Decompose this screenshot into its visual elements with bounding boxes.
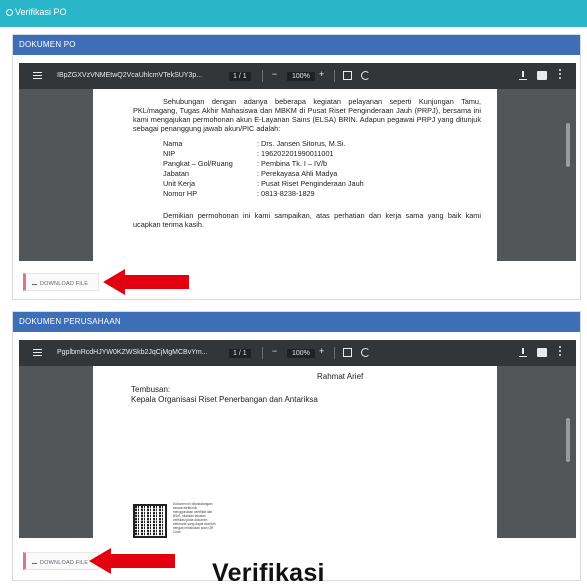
caption-text: Verifikasi (212, 559, 325, 584)
rotate-icon[interactable] (361, 71, 370, 80)
pdf-page: Rahmat Arief Tembusan: Kepala Organisasi… (93, 366, 497, 538)
print-icon[interactable] (537, 348, 547, 357)
card-dokumen-perusahaan: DOKUMEN PERUSAHAAN PgplbmRcdHJYW0KZWSkb2… (12, 311, 581, 581)
menu-icon[interactable] (33, 349, 42, 356)
cc-item: Kepala Organisasi Riset Penerbangan dan … (131, 395, 318, 404)
pdf-scrollbar[interactable] (566, 123, 570, 167)
red-arrow-indicator (103, 269, 189, 295)
cc-label: Tembusan: (131, 385, 171, 394)
card-title: DOKUMEN PERUSAHAAN (13, 312, 580, 332)
card-title: DOKUMEN PO (13, 35, 580, 55)
pdf-viewer[interactable]: PgplbmRcdHJYW0KZWSkb2JqCjMgMCBvYm... 1 /… (19, 340, 576, 538)
page-header: Verifikasi PO (0, 0, 587, 27)
divider (334, 347, 335, 359)
card-dokumen-po: DOKUMEN PO IBpZGXVzVNMEtwQ2VcaUhlcmVTekS… (12, 34, 581, 300)
pdf-toolbar: IBpZGXVzVNMEtwQ2VcaUhlcmVTekSUY3p... 1 /… (19, 63, 576, 89)
divider (262, 347, 263, 359)
zoom-level[interactable]: 100% (287, 349, 315, 358)
menu-icon[interactable] (33, 72, 42, 79)
download-icon (32, 280, 37, 285)
qr-code-icon (133, 504, 167, 538)
download-icon (32, 559, 37, 564)
page-indicator[interactable]: 1 / 1 (229, 72, 251, 81)
more-options-icon[interactable] (559, 69, 561, 81)
signatory-name: Rahmat Arief (317, 372, 364, 381)
divider (262, 70, 263, 82)
pdf-filename: PgplbmRcdHJYW0KZWSkb2JqCjMgMCBvYm... (57, 349, 208, 356)
download-icon[interactable] (519, 348, 527, 357)
print-icon[interactable] (537, 71, 547, 80)
pic-details: Nama: Drs. Jansen Sitorus, M.Si. NIP: 19… (163, 139, 364, 198)
page-title: Verifikasi PO (6, 7, 67, 17)
divider (334, 70, 335, 82)
zoom-out-button[interactable]: − (272, 346, 277, 356)
pdf-viewer[interactable]: IBpZGXVzVNMEtwQ2VcaUhlcmVTekSUY3p... 1 /… (19, 63, 576, 261)
pdf-scrollbar[interactable] (566, 418, 570, 462)
red-arrow-indicator (89, 548, 175, 574)
more-options-icon[interactable] (559, 346, 561, 358)
zoom-in-button[interactable]: + (319, 346, 324, 356)
fit-page-icon[interactable] (343, 348, 352, 357)
fit-page-icon[interactable] (343, 71, 352, 80)
doc-intro-paragraph: Sehubungan dengan adanya beberapa kegiat… (133, 97, 481, 133)
zoom-level[interactable]: 100% (287, 72, 315, 81)
zoom-in-button[interactable]: + (319, 69, 324, 79)
rotate-icon[interactable] (361, 348, 370, 357)
doc-closing-paragraph: Demikian permohonan ini kami sampaikan, … (133, 211, 481, 229)
page-indicator[interactable]: 1 / 1 (229, 349, 251, 358)
zoom-out-button[interactable]: − (272, 69, 277, 79)
download-icon[interactable] (519, 71, 527, 80)
qr-note: Dokumen ini ditandatangani secara elektr… (173, 502, 216, 534)
download-file-button[interactable]: DOWNLOAD FILE (23, 273, 99, 291)
pdf-filename: IBpZGXVzVNMEtwQ2VcaUhlcmVTekSUY3p... (57, 72, 203, 79)
download-file-button[interactable]: DOWNLOAD FILE (23, 552, 99, 570)
check-circle-icon (6, 9, 13, 16)
pdf-toolbar: PgplbmRcdHJYW0KZWSkb2JqCjMgMCBvYm... 1 /… (19, 340, 576, 366)
pdf-page: Sehubungan dengan adanya beberapa kegiat… (93, 89, 497, 261)
